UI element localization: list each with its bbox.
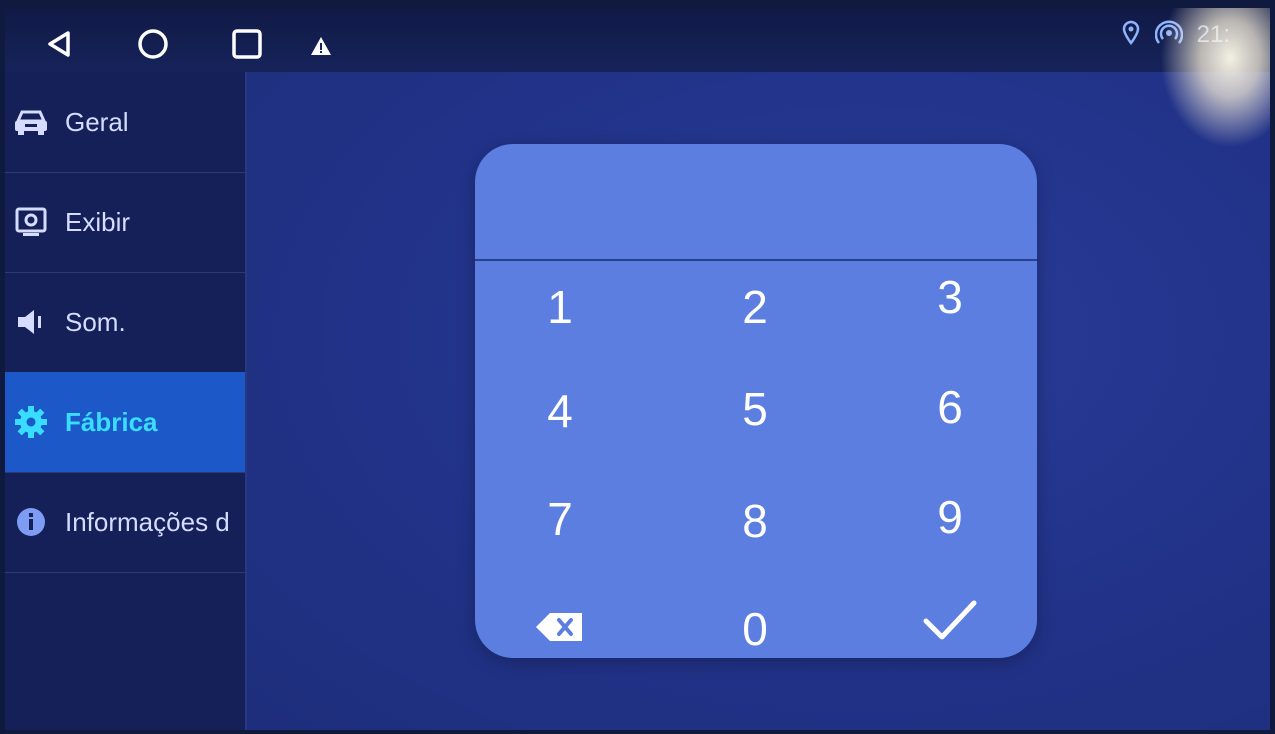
status-indicators: 21:	[1121, 18, 1230, 52]
sidebar-item-fabrica[interactable]: Fábrica	[5, 372, 245, 473]
check-icon	[920, 597, 980, 654]
back-icon[interactable]	[39, 24, 79, 64]
key-5[interactable]: 5	[680, 364, 830, 454]
status-bar: 21:	[5, 8, 1270, 72]
backspace-button[interactable]	[485, 584, 635, 658]
recents-icon[interactable]	[227, 24, 267, 64]
sidebar-item-informacoes[interactable]: Informações d	[5, 472, 245, 573]
home-icon[interactable]	[133, 24, 173, 64]
settings-sidebar: Geral Exibir Som. Fábrica Informações d	[5, 72, 245, 730]
sidebar-item-label: Som.	[65, 306, 126, 337]
sidebar-item-label: Geral	[65, 106, 129, 137]
sidebar-item-geral[interactable]: Geral	[5, 72, 245, 173]
key-6[interactable]: 6	[875, 362, 1025, 452]
info-icon	[11, 506, 51, 538]
speaker-icon	[11, 306, 51, 338]
sidebar-item-label: Exibir	[65, 206, 131, 237]
gear-icon	[11, 406, 51, 438]
key-2[interactable]: 2	[680, 262, 830, 352]
key-8[interactable]: 8	[680, 476, 830, 566]
pin-keypad-dialog: 1 2 3 4 5 6 7 8 9 0	[475, 144, 1037, 658]
pin-input[interactable]	[475, 144, 1037, 259]
display-icon	[11, 206, 51, 238]
sidebar-item-label: Informações d	[65, 506, 230, 537]
warning-icon[interactable]	[301, 26, 341, 66]
sidebar-item-label: Fábrica	[65, 406, 158, 437]
key-7[interactable]: 7	[485, 474, 635, 564]
clock: 21:	[1196, 21, 1230, 48]
location-icon	[1121, 20, 1141, 51]
confirm-button[interactable]	[875, 580, 1025, 658]
hotspot-icon	[1154, 19, 1183, 52]
key-4[interactable]: 4	[485, 366, 635, 456]
key-1[interactable]: 1	[485, 262, 635, 352]
key-3[interactable]: 3	[875, 252, 1025, 342]
backspace-icon	[534, 602, 586, 656]
car-icon	[11, 106, 51, 138]
sidebar-item-exibir[interactable]: Exibir	[5, 172, 245, 273]
sidebar-item-som[interactable]: Som.	[5, 272, 245, 373]
screen: 21: Geral Exibir Som. Fábrica Informaçõe…	[5, 8, 1270, 730]
key-9[interactable]: 9	[875, 472, 1025, 562]
key-0[interactable]: 0	[680, 584, 830, 658]
